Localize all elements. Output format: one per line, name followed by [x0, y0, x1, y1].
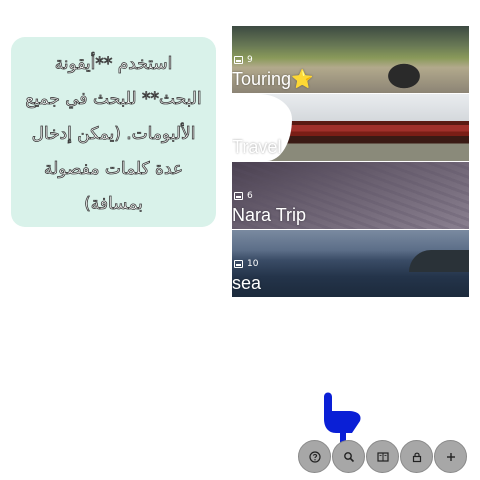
- album-item-travel[interactable]: 6 Travel: [232, 94, 469, 162]
- album-view-button[interactable]: [366, 440, 399, 473]
- image-icon: [234, 124, 243, 132]
- album-name: Touring⭐: [232, 69, 314, 89]
- album-name: sea: [232, 273, 262, 293]
- thumbnail-detail: [409, 250, 469, 272]
- search-hint-tooltip: استخدم **أيقونة البحث** للبحث في جميع ال…: [11, 37, 216, 227]
- search-button[interactable]: [332, 440, 365, 473]
- album-name: Travel: [232, 137, 282, 157]
- album-photo-count: 6: [234, 123, 253, 133]
- lock-icon: [412, 452, 421, 462]
- bottom-toolbar: [298, 440, 467, 473]
- image-icon: [234, 192, 243, 200]
- album-item-sea[interactable]: 10 sea: [232, 230, 469, 298]
- plus-icon: [446, 452, 455, 461]
- album-photo-count: 10: [234, 259, 258, 269]
- lock-button[interactable]: [400, 440, 433, 473]
- album-item-nara-trip[interactable]: 6 Nara Trip: [232, 162, 469, 230]
- search-icon: [343, 451, 354, 462]
- album-list: 9 Touring⭐ 6 Travel 6 Nara Trip 10 sea: [232, 26, 469, 298]
- add-album-button[interactable]: [434, 440, 467, 473]
- image-icon: [234, 260, 243, 268]
- help-button[interactable]: [298, 440, 331, 473]
- tooltip-text: استخدم **أيقونة البحث** للبحث في جميع ال…: [25, 54, 202, 215]
- image-icon: [234, 56, 243, 64]
- album-photo-count: 9: [234, 55, 253, 65]
- album-photo-count: 6: [234, 191, 253, 201]
- album-icon: [376, 451, 389, 462]
- album-name: Nara Trip: [232, 205, 307, 225]
- help-icon: [308, 450, 321, 463]
- pointing-hand-icon: [324, 392, 361, 443]
- album-item-touring[interactable]: 9 Touring⭐: [232, 26, 469, 94]
